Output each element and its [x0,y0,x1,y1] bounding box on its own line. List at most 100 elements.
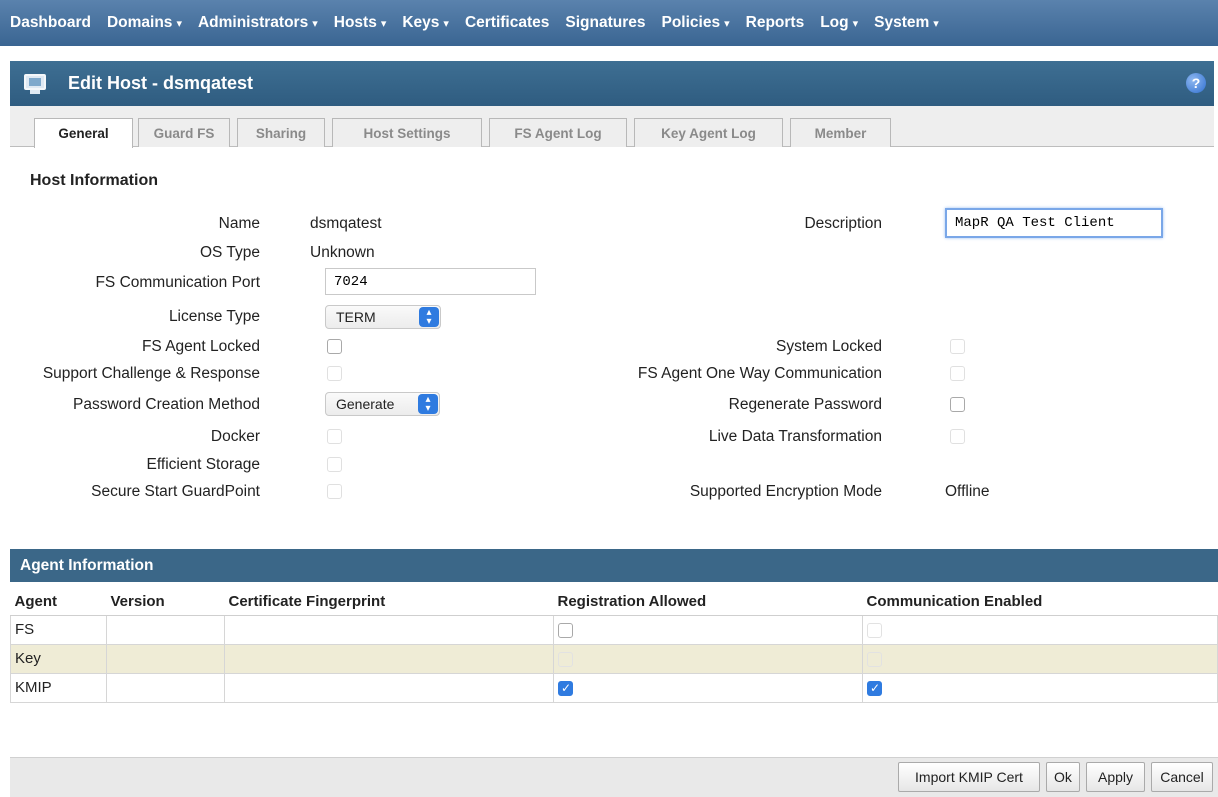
nav-reports[interactable]: Reports [738,14,813,32]
tab-general[interactable]: General [34,118,133,148]
select-arrows-icon: ▴ ▾ [419,307,439,327]
select-arrows-icon: ▴ ▾ [418,394,438,414]
fs-port-label: FS Communication Port [95,274,260,291]
table-row: FS [10,614,1218,645]
chevron-down-icon: ▾ [724,17,730,30]
table-row: Key [10,643,1218,674]
help-icon[interactable]: ? [1186,73,1206,93]
fs-agent-locked-checkbox[interactable] [327,339,342,354]
password-method-select[interactable]: Generate ▴ ▾ [325,392,440,416]
description-label: Description [804,215,882,232]
tab-fs-agent-log[interactable]: FS Agent Log [489,118,627,147]
support-challenge-label: Support Challenge & Response [42,365,260,382]
nav-signatures[interactable]: Signatures [557,14,653,32]
version-cell [106,672,225,703]
os-type-value: Unknown [310,244,375,261]
chevron-down-icon: ▾ [176,17,182,30]
apply-button[interactable]: Apply [1086,762,1145,792]
efficient-storage-checkbox [327,457,342,472]
live-data-label: Live Data Transformation [708,428,882,445]
regenerate-password-label: Regenerate Password [728,396,882,413]
nav-dashboard[interactable]: Dashboard [0,14,99,32]
nav-label: Reports [745,14,805,31]
agent-table: Agent Version Certificate Fingerprint Re… [10,589,1218,703]
col-agent: Agent [10,589,107,616]
secure-start-checkbox [327,484,342,499]
col-registration-allowed: Registration Allowed [553,589,863,616]
tab-sharing[interactable]: Sharing [237,118,325,147]
chevron-down-icon: ▾ [933,17,939,30]
table-row: KMIP [10,672,1218,703]
regenerate-password-checkbox[interactable] [950,397,965,412]
communication-cell [862,643,1218,674]
chevron-down-icon: ▾ [380,17,387,30]
password-method-label: Password Creation Method [73,396,260,413]
table-header-row: Agent Version Certificate Fingerprint Re… [10,589,1218,616]
system-locked-checkbox [950,339,965,354]
communication-cell [862,672,1218,703]
communication-enabled-checkbox [867,622,882,638]
nav-certificates[interactable]: Certificates [457,14,557,32]
encryption-mode-label: Supported Encryption Mode [689,483,882,500]
nav-label: Signatures [565,14,646,31]
top-nav: Dashboard Domains ▾ Administrators ▾ Hosts… [0,0,1218,46]
secure-start-label: Secure Start GuardPoint [91,483,260,500]
registration-allowed-checkbox[interactable] [558,622,573,638]
page-title: Edit Host - dsmqatest [68,73,254,93]
ok-button[interactable]: Ok [1046,762,1080,792]
fingerprint-cell [224,614,554,645]
import-kmip-cert-button[interactable]: Import KMIP Cert [898,762,1040,792]
name-value: dsmqatest [310,215,382,232]
agent-cell: Key [10,643,107,674]
nav-keys[interactable]: Keys ▾ [394,14,457,32]
version-cell [106,643,225,674]
chevron-down-icon: ▾ [852,17,859,30]
nav-label: Administrators [197,14,309,31]
name-label: Name [218,215,260,232]
nav-hosts[interactable]: Hosts ▾ [326,14,395,32]
agent-information-header: Agent Information [10,549,1218,582]
communication-cell [862,614,1218,645]
nav-label: Policies [661,14,721,31]
fs-agent-locked-label: FS Agent Locked [141,338,260,355]
host-computer-icon [24,73,46,94]
nav-log[interactable]: Log ▾ [812,14,866,32]
agent-cell: FS [10,614,107,645]
fingerprint-cell [224,643,554,674]
registration-allowed-checkbox[interactable] [558,680,573,696]
col-fingerprint: Certificate Fingerprint [224,589,554,616]
live-data-checkbox [950,429,965,444]
one-way-comm-label: FS Agent One Way Communication [637,365,882,382]
system-locked-label: System Locked [776,338,882,355]
tab-key-agent-log[interactable]: Key Agent Log [634,118,783,147]
license-type-value: TERM [336,309,376,325]
nav-domains[interactable]: Domains ▾ [99,14,190,32]
col-version: Version [106,589,225,616]
password-method-value: Generate [336,396,395,412]
tab-host-settings[interactable]: Host Settings [332,118,482,147]
fs-port-input[interactable] [325,268,536,295]
nav-administrators[interactable]: Administrators ▾ [190,14,326,32]
nav-label: Keys [402,14,440,31]
docker-label: Docker [210,428,260,445]
nav-label: System [874,14,930,31]
nav-system[interactable]: System ▾ [866,14,947,32]
one-way-comm-checkbox [950,366,965,381]
nav-policies[interactable]: Policies ▾ [654,14,738,32]
nav-label: Dashboard [10,14,91,31]
title-bar: Edit Host - dsmqatest ? [10,61,1214,106]
nav-label: Log [820,14,849,31]
description-input[interactable] [945,208,1163,238]
cancel-button[interactable]: Cancel [1151,762,1213,792]
efficient-storage-label: Efficient Storage [146,456,260,473]
registration-cell [553,672,863,703]
tab-guard-fs[interactable]: Guard FS [138,118,230,147]
agent-cell: KMIP [10,672,107,703]
registration-cell [553,614,863,645]
nav-label: Hosts [333,14,377,31]
communication-enabled-checkbox[interactable] [867,680,882,696]
tab-member[interactable]: Member [790,118,891,147]
license-type-select[interactable]: TERM ▴ ▾ [325,305,441,329]
fingerprint-cell [224,672,554,703]
tab-strip: General Guard FS Sharing Host Settings F… [10,106,1214,148]
